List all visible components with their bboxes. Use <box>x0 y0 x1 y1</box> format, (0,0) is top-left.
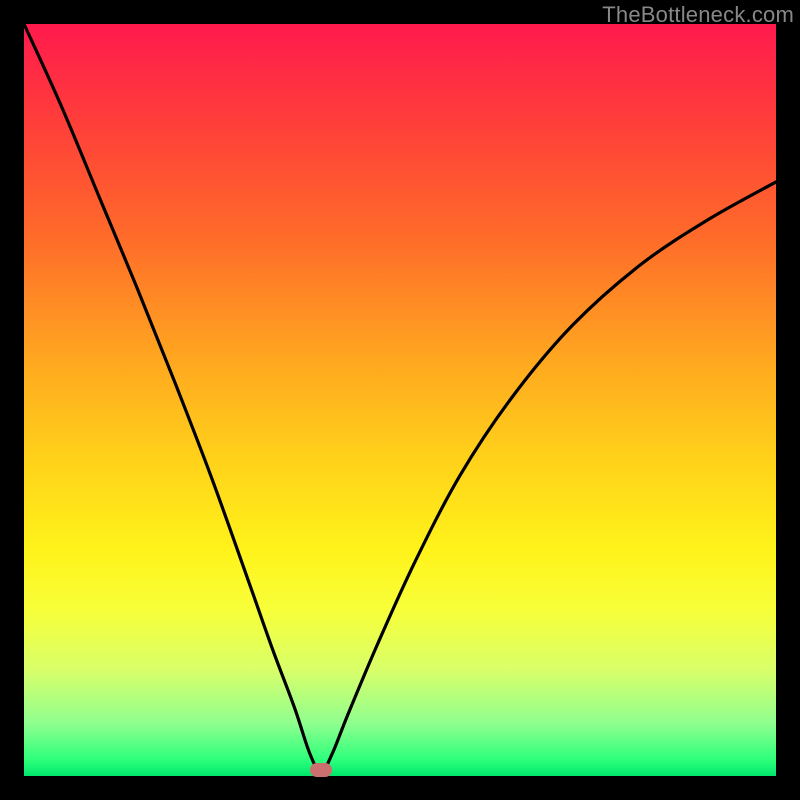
outer-frame: TheBottleneck.com <box>0 0 800 800</box>
bottleneck-curve <box>24 24 776 776</box>
minimum-marker <box>310 763 332 777</box>
plot-area <box>24 24 776 776</box>
watermark-text: TheBottleneck.com <box>602 2 794 28</box>
curve-path <box>24 24 776 772</box>
